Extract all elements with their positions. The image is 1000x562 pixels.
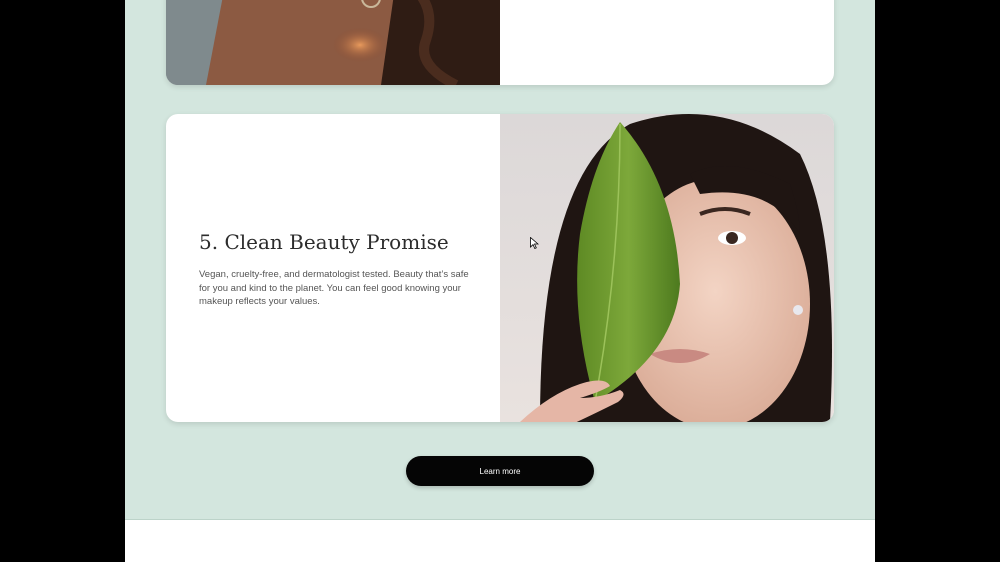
- previous-feature-card: [166, 0, 834, 85]
- card-title: 5. Clean Beauty Promise: [199, 230, 449, 254]
- portrait-image: [166, 0, 500, 85]
- mouse-cursor-icon: [530, 237, 539, 249]
- card-description: Vegan, cruelty-free, and dermatologist t…: [199, 269, 469, 307]
- card-text: 5. Clean Beauty Promise Vegan, cruelty-f…: [199, 230, 469, 309]
- leaf-portrait-image: [500, 114, 834, 422]
- learn-more-button[interactable]: Learn more: [406, 456, 594, 486]
- page-section: 5. Clean Beauty Promise Vegan, cruelty-f…: [125, 0, 875, 562]
- footer-strip: [125, 519, 875, 562]
- clean-beauty-card: 5. Clean Beauty Promise Vegan, cruelty-f…: [166, 114, 834, 422]
